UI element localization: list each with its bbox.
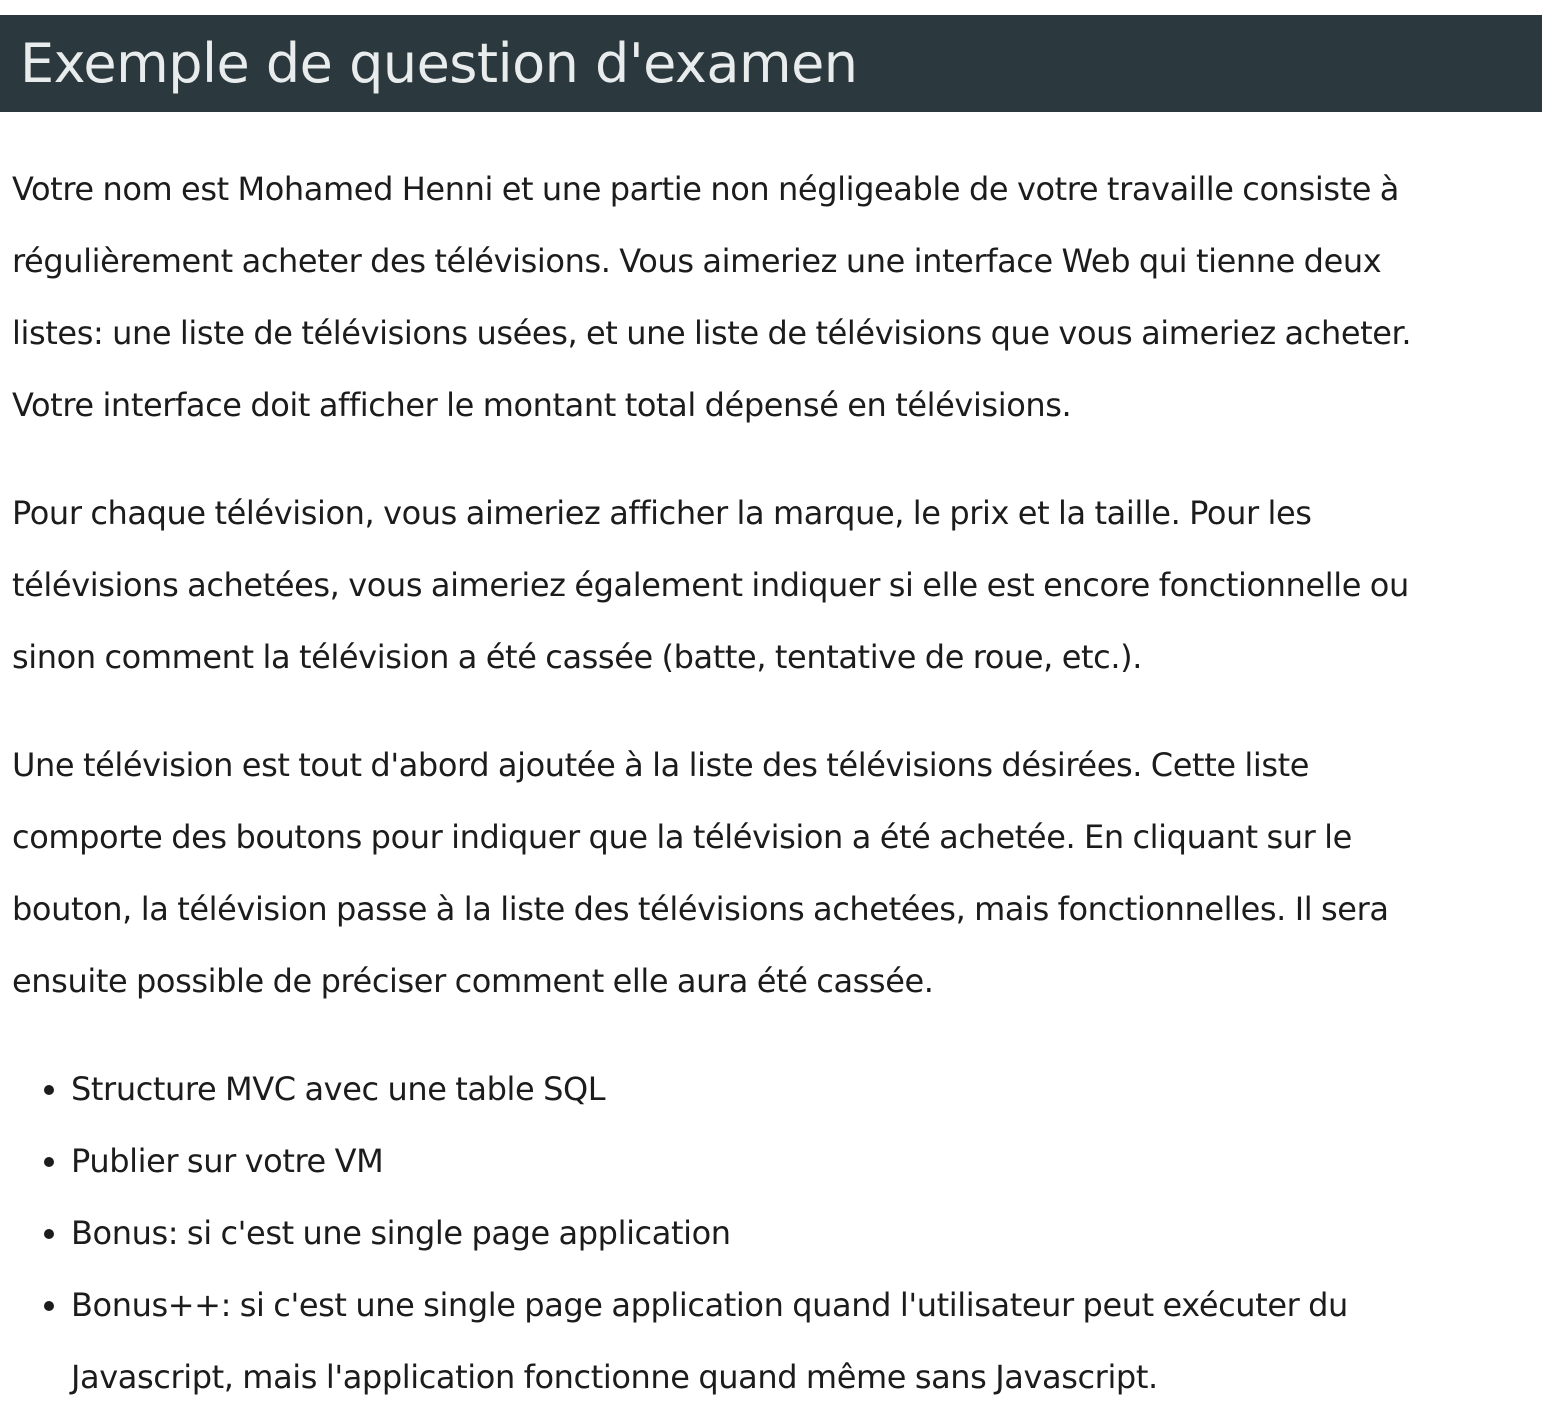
bullet-icon xyxy=(44,1085,54,1095)
bullet-icon xyxy=(44,1157,54,1167)
list-item-text: Structure MVC avec une table SQL xyxy=(71,1070,606,1108)
page-title: Exemple de question d'examen xyxy=(20,32,858,95)
list-item: Bonus: si c'est une single page applicat… xyxy=(44,1197,1462,1269)
exam-question-content: Votre nom est Mohamed Henni et une parti… xyxy=(12,153,1462,1413)
list-item: Structure MVC avec une table SQL xyxy=(44,1053,1462,1125)
list-item-text: Bonus++: si c'est une single page applic… xyxy=(71,1286,1348,1396)
paragraph-tv-attributes: Pour chaque télévision, vous aimeriez af… xyxy=(12,494,1409,676)
title-bar: Exemple de question d'examen xyxy=(0,15,1542,112)
paragraph-intro: Votre nom est Mohamed Henni et une parti… xyxy=(12,170,1412,424)
list-item-text: Publier sur votre VM xyxy=(71,1142,384,1180)
list-item-text: Bonus: si c'est une single page applicat… xyxy=(71,1214,731,1252)
requirements-list: Structure MVC avec une table SQL Publier… xyxy=(12,1053,1462,1413)
bullet-icon xyxy=(44,1301,54,1311)
list-item: Publier sur votre VM xyxy=(44,1125,1462,1197)
list-item: Bonus++: si c'est une single page applic… xyxy=(44,1269,1462,1413)
bullet-icon xyxy=(44,1229,54,1239)
paragraph-workflow: Une télévision est tout d'abord ajoutée … xyxy=(12,746,1389,1000)
